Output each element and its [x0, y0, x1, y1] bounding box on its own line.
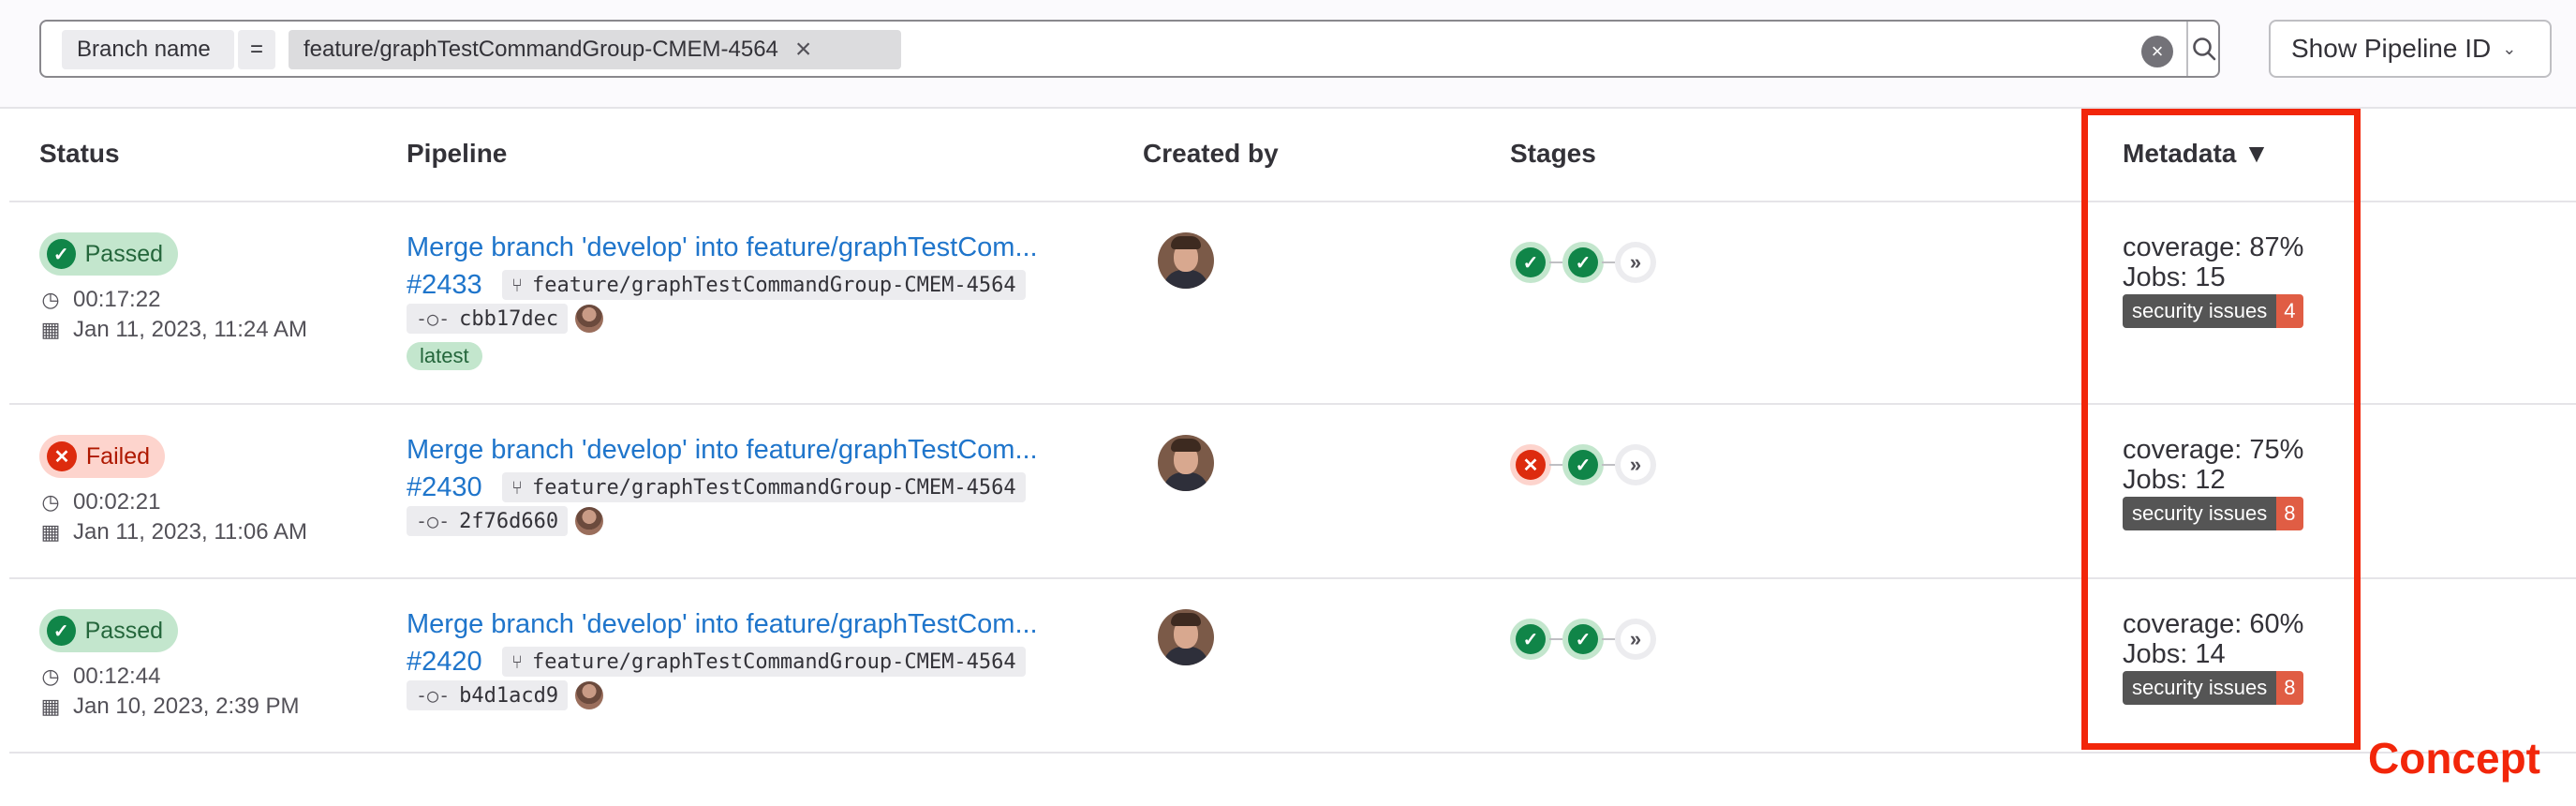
- stage-connector: [1549, 261, 1562, 263]
- stage-success-icon[interactable]: ✓: [1562, 242, 1604, 283]
- branch-ref[interactable]: ⑂ feature/graphTestCommandGroup-CMEM-4564: [502, 647, 1026, 677]
- x-circle-icon: ✕: [47, 441, 77, 471]
- branch-ref[interactable]: ⑂ feature/graphTestCommandGroup-CMEM-4564: [502, 270, 1026, 300]
- pipeline-commit-title[interactable]: Merge branch 'develop' into feature/grap…: [407, 232, 1038, 263]
- commit-author-avatar[interactable]: [575, 507, 603, 535]
- pipeline-id-link[interactable]: #2420: [407, 647, 482, 678]
- pipeline-commit-title[interactable]: Merge branch 'develop' into feature/grap…: [407, 609, 1038, 640]
- stage-connector: [1602, 464, 1615, 466]
- branch-icon: ⑂: [511, 476, 523, 499]
- commit-icon: -○-: [416, 684, 451, 707]
- check-circle-icon: ✓: [47, 239, 76, 269]
- column-header-status: Status: [39, 139, 120, 168]
- row-divider: [9, 752, 2576, 754]
- commit-sha[interactable]: -○- cbb17dec: [407, 304, 569, 334]
- filter-token-operator[interactable]: =: [238, 30, 275, 69]
- status-badge[interactable]: ✕ Failed: [39, 435, 165, 478]
- duration: ◷ 00:12:44: [39, 664, 160, 690]
- stage-connector: [1602, 638, 1615, 640]
- calendar-icon: ▦: [40, 694, 61, 718]
- clock-icon: ◷: [41, 490, 60, 514]
- duration: ◷ 00:02:21: [39, 489, 160, 515]
- stage-success-icon[interactable]: ✓: [1510, 619, 1551, 660]
- stage-more-icon[interactable]: »: [1615, 444, 1656, 485]
- filter-token-value[interactable]: feature/graphTestCommandGroup-CMEM-4564 …: [289, 30, 901, 69]
- stage-more-icon[interactable]: »: [1615, 619, 1656, 660]
- commit-sha[interactable]: -○- 2f76d660: [407, 506, 569, 536]
- check-circle-icon: ✓: [47, 616, 76, 646]
- avatar[interactable]: [1158, 609, 1214, 665]
- commit-icon: -○-: [416, 307, 451, 330]
- stage-connector: [1549, 638, 1562, 640]
- clock-icon: ◷: [41, 288, 60, 311]
- calendar-icon: ▦: [40, 318, 61, 341]
- commit-author-avatar[interactable]: [575, 681, 603, 709]
- filtered-search-input[interactable]: Branch name = feature/graphTestCommandGr…: [39, 20, 2220, 78]
- branch-ref[interactable]: ⑂ feature/graphTestCommandGroup-CMEM-4564: [502, 472, 1026, 502]
- duration: ◷ 00:17:22: [39, 287, 160, 313]
- clear-icon[interactable]: ×: [2141, 36, 2173, 67]
- filter-bar: Branch name = feature/graphTestCommandGr…: [0, 0, 2576, 109]
- pipeline-id-link[interactable]: #2430: [407, 472, 482, 503]
- commit-sha[interactable]: -○- b4d1acd9: [407, 680, 569, 710]
- stage-success-icon[interactable]: ✓: [1562, 619, 1604, 660]
- pipeline-commit-title[interactable]: Merge branch 'develop' into feature/grap…: [407, 435, 1038, 466]
- concept-highlight-box: [2081, 109, 2361, 750]
- search-icon: [2193, 37, 2216, 61]
- status-badge[interactable]: ✓ Passed: [39, 232, 178, 276]
- finished-date: ▦ Jan 11, 2023, 11:24 AM: [40, 317, 307, 342]
- chevron-down-icon: ⌄: [2502, 38, 2517, 58]
- finished-date: ▦ Jan 11, 2023, 11:06 AM: [40, 519, 307, 545]
- column-header-created-by: Created by: [1143, 139, 1279, 168]
- filter-token-name[interactable]: Branch name: [62, 30, 234, 69]
- column-header-stages: Stages: [1510, 139, 1596, 168]
- stage-failed-icon[interactable]: ✕: [1510, 444, 1551, 485]
- avatar[interactable]: [1158, 435, 1214, 491]
- commit-author-avatar[interactable]: [575, 305, 603, 333]
- clock-icon: ◷: [41, 664, 60, 688]
- stage-success-icon[interactable]: ✓: [1562, 444, 1604, 485]
- pipeline-id-link[interactable]: #2433: [407, 270, 482, 301]
- avatar[interactable]: [1158, 232, 1214, 289]
- latest-badge: latest: [407, 342, 482, 370]
- show-pipeline-id-dropdown[interactable]: Show Pipeline ID ⌄: [2269, 20, 2552, 78]
- search-button[interactable]: [2186, 22, 2220, 76]
- stage-more-icon[interactable]: »: [1615, 242, 1656, 283]
- concept-label: Concept: [2368, 734, 2540, 783]
- close-icon[interactable]: ×: [795, 36, 812, 64]
- commit-icon: -○-: [416, 510, 451, 532]
- finished-date: ▦ Jan 10, 2023, 2:39 PM: [40, 694, 300, 719]
- branch-icon: ⑂: [511, 274, 523, 296]
- column-header-pipeline: Pipeline: [407, 139, 508, 168]
- stage-connector: [1602, 261, 1615, 263]
- stage-success-icon[interactable]: ✓: [1510, 242, 1551, 283]
- branch-icon: ⑂: [511, 650, 523, 673]
- status-badge[interactable]: ✓ Passed: [39, 609, 178, 652]
- stage-connector: [1549, 464, 1562, 466]
- calendar-icon: ▦: [40, 520, 61, 544]
